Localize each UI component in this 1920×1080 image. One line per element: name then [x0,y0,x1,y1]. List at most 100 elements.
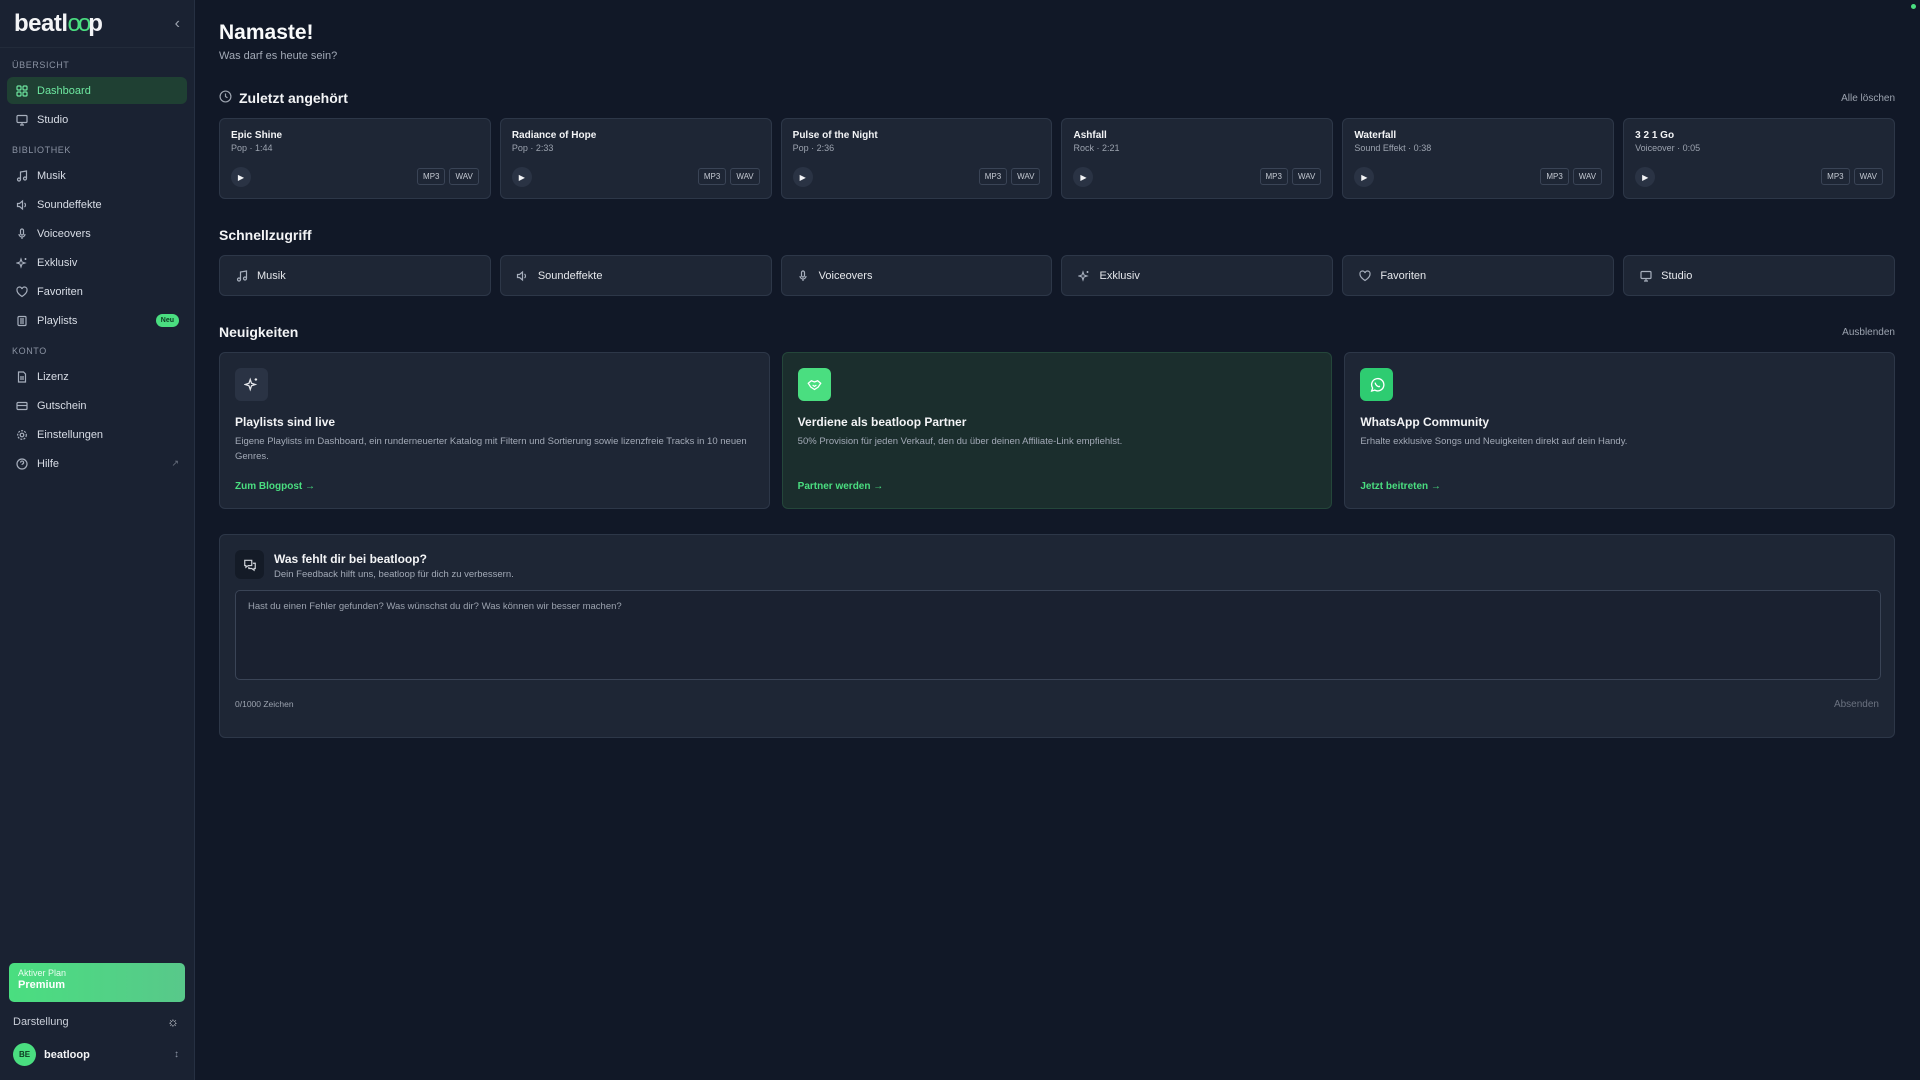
sidebar-item-favoriten[interactable]: Favoriten [7,278,187,305]
quick-label: Musik [257,269,286,282]
news-desc: Erhalte exklusive Songs und Neuigkeiten … [1360,436,1628,447]
download-wav-button[interactable]: WAV [730,168,760,185]
play-icon[interactable]: ▶ [511,167,532,187]
appearance-row: Darstellung ☼ [13,1014,179,1029]
speaker-icon [15,198,28,211]
sidebar-item-dashboard[interactable]: Dashboard [7,77,187,104]
download-wav-button[interactable]: WAV [1011,168,1041,185]
music-note-icon [15,169,28,182]
track-title: 3 2 1 Go [1635,130,1675,141]
play-icon[interactable]: ▶ [1635,167,1656,187]
download-mp3-button[interactable]: MP3 [978,168,1008,185]
feedback-header: Was fehlt dir bei beatloop? Dein Feedbac… [235,550,1879,580]
download-wav-button[interactable]: WAV [449,168,479,185]
play-icon[interactable]: ▶ [792,167,813,187]
track-meta: Sound Effekt · 0:38 [1354,143,1432,153]
track-card[interactable]: Radiance of Hope Pop · 2:33 ▶ MP3 WAV [499,118,772,199]
track-card[interactable]: Epic Shine Pop · 1:44 ▶ MP3 WAV [219,118,491,199]
sidebar-item-soundeffekte[interactable]: Soundeffekte [7,191,187,218]
play-icon[interactable]: ▶ [231,167,251,187]
new-badge: Neu [155,314,179,327]
quick-header: Schnellzugriff [219,227,1895,243]
news-card-partner: Verdiene als beatloop Partner 50% Provis… [781,352,1333,509]
track-card[interactable]: Waterfall Sound Effekt · 0:38 ▶ MP3 WAV [1342,118,1615,199]
clear-all-button[interactable]: Alle löschen [1841,93,1895,104]
recent-header: Zuletzt angehört Alle löschen [219,90,1895,106]
microphone-icon [797,269,810,282]
track-card[interactable]: Pulse of the Night Pop · 2:36 ▶ MP3 WAV [780,118,1053,199]
user-menu[interactable]: BE beatloop ↕ [13,1043,179,1066]
sparkles-icon [15,256,28,269]
quick-item-exklusiv[interactable]: Exklusiv [1061,255,1334,296]
play-icon[interactable]: ▶ [1354,167,1375,187]
status-dot [1911,4,1916,9]
news-title: Neuigkeiten [219,324,299,340]
quick-label: Favoriten [1380,269,1427,282]
sidebar-item-hilfe[interactable]: Hilfe ↗ [7,450,187,477]
sidebar-item-lizenz[interactable]: Lizenz [7,363,187,390]
sidebar-item-label: Dashboard [37,84,91,97]
list-icon [15,314,28,327]
logo[interactable]: beatloop [14,10,103,38]
download-wav-button[interactable]: WAV [1572,168,1603,185]
feedback-subtitle: Dein Feedback hilft uns, beatloop für di… [274,569,514,580]
news-header: Neuigkeiten Ausblenden [219,324,1895,340]
news-cards: Playlists sind live Eigene Playlists im … [219,352,1896,509]
collapse-sidebar-icon[interactable]: ‹ [175,15,180,33]
sidebar-item-label: Favoriten [37,285,83,298]
clock-icon [219,90,232,106]
char-counter: 0/1000 Zeichen [235,699,294,709]
track-title: Epic Shine [231,130,283,141]
feedback-card: Was fehlt dir bei beatloop? Dein Feedbac… [219,534,1895,738]
news-title: WhatsApp Community [1360,415,1490,429]
partner-link[interactable]: Partner werden → [798,481,884,492]
sidebar-item-voiceovers[interactable]: Voiceovers [7,220,187,247]
quick-item-voiceovers[interactable]: Voiceovers [780,255,1053,296]
track-card[interactable]: 3 2 1 Go Voiceover · 0:05 ▶ MP3 WAV [1623,118,1895,199]
news-desc: Eigene Playlists im Dashboard, ein runde… [235,436,747,462]
quick-title: Schnellzugriff [219,227,312,243]
submit-feedback-button[interactable]: Absenden [1834,699,1879,710]
download-wav-button[interactable]: WAV [1853,168,1883,185]
sidebar-item-label: Studio [37,113,69,126]
sidebar-item-studio[interactable]: Studio [7,106,187,133]
track-title: Waterfall [1354,130,1397,141]
sidebar-item-einstellungen[interactable]: Einstellungen [7,421,187,448]
sparkles-icon [1077,269,1090,282]
quick-item-musik[interactable]: Musik [219,255,491,296]
sparkles-icon [235,368,268,401]
track-meta: Pop · 2:33 [511,143,554,153]
download-mp3-button[interactable]: MP3 [697,168,727,185]
speaker-icon [516,270,529,282]
quick-item-soundeffekte[interactable]: Soundeffekte [499,255,772,296]
quick-item-studio[interactable]: Studio [1623,255,1895,296]
play-icon[interactable]: ▶ [1073,167,1094,187]
track-card[interactable]: Ashfall Rock · 2:21 ▶ MP3 WAV [1061,118,1334,199]
quick-item-favoriten[interactable]: Favoriten [1342,255,1615,296]
download-mp3-button[interactable]: MP3 [417,168,446,185]
whatsapp-join-link[interactable]: Jetzt beitreten → [1360,481,1441,492]
download-mp3-button[interactable]: MP3 [1259,168,1288,185]
sidebar-item-gutschein[interactable]: Gutschein [7,392,187,419]
hide-news-button[interactable]: Ausblenden [1842,327,1895,338]
quick-label: Exklusiv [1099,269,1140,282]
section-overview: ÜBERSICHT [12,60,70,70]
download-mp3-button[interactable]: MP3 [1821,168,1850,185]
main-content: Namaste! Was darf es heute sein? Zuletzt… [219,0,1896,738]
sun-icon[interactable]: ☼ [167,1014,179,1029]
sidebar-item-exklusiv[interactable]: Exklusiv [7,249,187,276]
music-note-icon [235,269,248,282]
download-mp3-button[interactable]: MP3 [1540,168,1569,185]
sidebar-item-playlists[interactable]: Playlists Neu [7,307,187,334]
news-card-whatsapp: WhatsApp Community Erhalte exklusive Son… [1344,352,1896,509]
news-card-playlists: Playlists sind live Eigene Playlists im … [219,352,770,509]
active-plan-card[interactable]: Aktiver Plan Premium [9,963,185,1002]
news-title: Verdiene als beatloop Partner [797,415,967,429]
heart-icon [1358,269,1371,282]
quick-label: Voiceovers [818,269,873,282]
sidebar-item-musik[interactable]: Musik [7,162,187,189]
feedback-textarea[interactable] [235,590,1881,680]
download-wav-button[interactable]: WAV [1291,168,1322,185]
blogpost-link[interactable]: Zum Blogpost → [235,481,315,492]
avatar: BE [13,1043,36,1066]
